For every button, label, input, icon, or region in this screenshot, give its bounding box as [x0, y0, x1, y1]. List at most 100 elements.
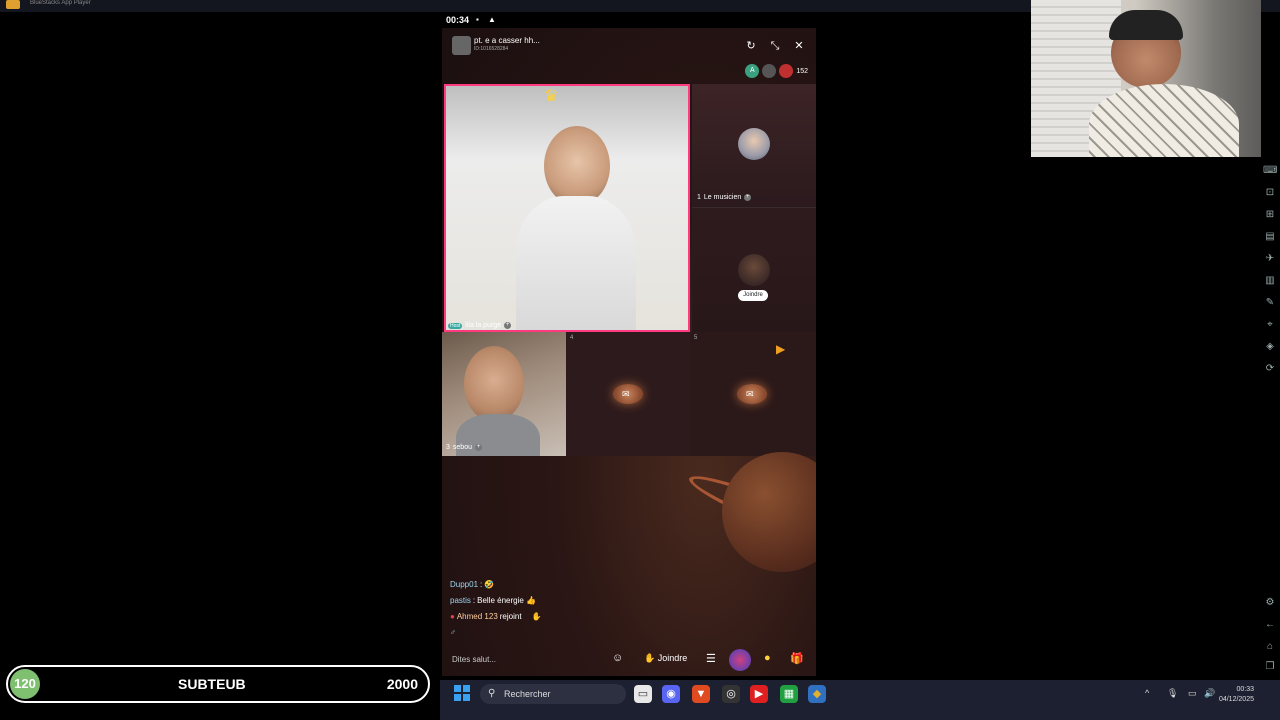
host-seat[interactable]: ♛ Host lila la purge + — [444, 84, 690, 332]
chat-text: rejoint — [499, 612, 522, 621]
seat-5-number: 5 — [694, 335, 698, 341]
record-icon[interactable]: ⊞ — [1263, 208, 1277, 222]
bottom-action-bar: Dites salut... ☺ ✋ Joindre ☰ ● 🎁 — [442, 646, 816, 676]
seat-3-number: 3 — [446, 444, 450, 451]
join-mic-button[interactable]: ✋ Joindre — [644, 653, 687, 664]
seat-2-avatar — [738, 254, 770, 286]
crown-icon: ♛ — [544, 88, 559, 105]
layers-icon[interactable]: ◈ — [1263, 340, 1277, 354]
phone-screen: 00:34 ▪ ▲ pt. e a casser hh... ID:101652… — [442, 12, 816, 676]
chat-user[interactable]: pastis — [450, 596, 471, 605]
bluestacks-icon[interactable]: ◆ — [808, 685, 826, 703]
host-tag: Host — [448, 322, 463, 329]
viewer-count: 152 — [796, 67, 808, 75]
seat-5[interactable]: 5 ✉ — [690, 332, 816, 456]
taskbar-clock[interactable]: 00:33 04/12/2025 — [1219, 685, 1254, 705]
minimize-icon[interactable]: ⤡ — [767, 38, 783, 54]
follow-plus-icon[interactable]: + — [744, 194, 752, 201]
seat-1-name: Le musicien — [703, 194, 742, 201]
viewer-list[interactable]: A 152 — [745, 64, 808, 78]
planet-decoration — [722, 452, 816, 572]
coin-icon[interactable]: ● — [764, 652, 771, 664]
chat-message: pastis : Belle énergie 👍 — [450, 596, 700, 605]
network-icon[interactable]: ▭ — [1188, 688, 1197, 699]
screenshot-icon[interactable]: ⊡ — [1263, 186, 1277, 200]
chat-user[interactable]: Ahmed 123 — [457, 612, 498, 621]
recent-apps-icon[interactable]: ❐ — [1263, 660, 1277, 674]
streamer-cap — [1109, 10, 1183, 40]
close-icon[interactable]: ✕ — [791, 38, 807, 54]
host-name: lila la purge — [465, 322, 502, 329]
follow-plus-icon[interactable]: + — [504, 322, 512, 329]
host-name-label: Host lila la purge + — [448, 322, 512, 329]
back-icon[interactable]: ← — [1263, 618, 1277, 632]
mouse-cursor-icon: ▶ — [776, 342, 786, 356]
seat-2[interactable]: Joindre — [692, 208, 816, 332]
empty-seat-icon[interactable]: ✉ — [737, 384, 767, 404]
chat-message: Dupp01 : 🤣 — [450, 580, 700, 589]
microphone-icon[interactable]: 🎙 — [1167, 688, 1178, 699]
airplane-icon[interactable]: ✈ — [1263, 252, 1277, 266]
macro-icon[interactable]: ✎ — [1263, 296, 1277, 310]
windows-start-icon[interactable] — [454, 685, 470, 701]
sub-count-badge: 120 — [10, 669, 40, 699]
refresh-icon[interactable]: ↻ — [743, 38, 759, 54]
room-avatar[interactable] — [452, 36, 471, 55]
empty-seat-icon[interactable]: ✉ — [613, 384, 643, 404]
wave-icon[interactable]: ✋ — [532, 612, 542, 621]
volume-icon[interactable]: 🔊 — [1204, 688, 1215, 699]
viewer-avatar — [779, 64, 794, 78]
menu-icon[interactable]: ☰ — [706, 652, 716, 665]
taskbar-bottom-edge — [440, 710, 1280, 720]
home-icon[interactable]: ⌂ — [1263, 640, 1277, 654]
apk-icon[interactable]: ▥ — [1263, 274, 1277, 288]
chat-text: Belle énergie 👍 — [477, 596, 537, 605]
emulator-title: BlueStacks App Player — [30, 0, 91, 6]
youtube-icon[interactable]: ▶ — [750, 685, 768, 703]
discord-icon[interactable]: ◉ — [662, 685, 680, 703]
app-icon[interactable]: ▦ — [780, 685, 798, 703]
seat-1[interactable]: 1 Le musicien + — [692, 84, 816, 208]
badge-icon: ● — [450, 612, 455, 621]
chat-text: 🤣 — [484, 580, 495, 589]
keyboard-icon[interactable]: ⌨ — [1263, 164, 1277, 178]
settings-icon[interactable]: ⚙ — [1263, 596, 1277, 610]
tray-chevron-icon[interactable]: ^ — [1145, 688, 1149, 698]
location-icon[interactable]: ⌖ — [1263, 318, 1277, 332]
seat-3-name: sebou — [452, 444, 472, 451]
status-time: 00:34 — [446, 15, 470, 25]
game-icon[interactable] — [729, 649, 751, 671]
chat-feed: Dupp01 : 🤣 pastis : Belle énergie 👍 ● Ah… — [450, 580, 700, 637]
chat-user[interactable]: Dupp01 — [450, 580, 478, 589]
room-header: pt. e a casser hh... ID:1016528284 ↻ ⤡ ✕… — [442, 28, 816, 84]
chat-input[interactable]: Dites salut... — [452, 655, 496, 664]
file-explorer-icon[interactable]: ▭ — [634, 685, 652, 703]
host-video-body — [516, 196, 636, 330]
brave-icon[interactable]: ▼ — [692, 685, 710, 703]
seat-3[interactable]: 3 sebou + — [442, 332, 566, 456]
status-bar: 00:34 ▪ ▲ — [442, 12, 816, 28]
search-icon: ⚲ — [488, 688, 496, 699]
media-icon[interactable]: ▤ — [1263, 230, 1277, 244]
taskbar-search[interactable]: Rechercher — [480, 684, 626, 704]
sync-icon[interactable]: ⟳ — [1263, 362, 1277, 376]
chat-message: ● Ahmed 123 rejoint ✋ — [450, 612, 700, 621]
bluestacks-logo-icon — [6, 0, 20, 9]
emoji-icon[interactable]: ☺ — [612, 652, 623, 664]
streamer-shirt — [1089, 84, 1239, 157]
gender-icon: ♂ — [450, 628, 456, 637]
room-title[interactable]: pt. e a casser hh... — [474, 36, 540, 45]
seat-1-avatar — [738, 128, 770, 160]
follow-plus-icon[interactable]: + — [474, 444, 482, 451]
viewer-avatar: A — [745, 64, 760, 78]
emulator-sidebar: ⌨ ⊡ ⊞ ▤ ✈ ▥ ✎ ⌖ ◈ ⟳ ⚙ ← ⌂ ❐ — [1260, 160, 1280, 676]
seat-1-number: 1 — [697, 194, 701, 201]
seat-4[interactable]: 4 ✉ — [566, 332, 690, 456]
sub-goal-bar: 120 SUBTEUB 2000 — [6, 665, 430, 703]
chat-separator: : — [472, 596, 476, 605]
seat-3-label: 3 sebou + — [446, 444, 482, 451]
obs-icon[interactable]: ◎ — [722, 685, 740, 703]
gift-icon[interactable]: 🎁 — [790, 652, 804, 665]
viewer-avatar — [762, 64, 777, 78]
join-seat-button[interactable]: Joindre — [738, 290, 768, 301]
